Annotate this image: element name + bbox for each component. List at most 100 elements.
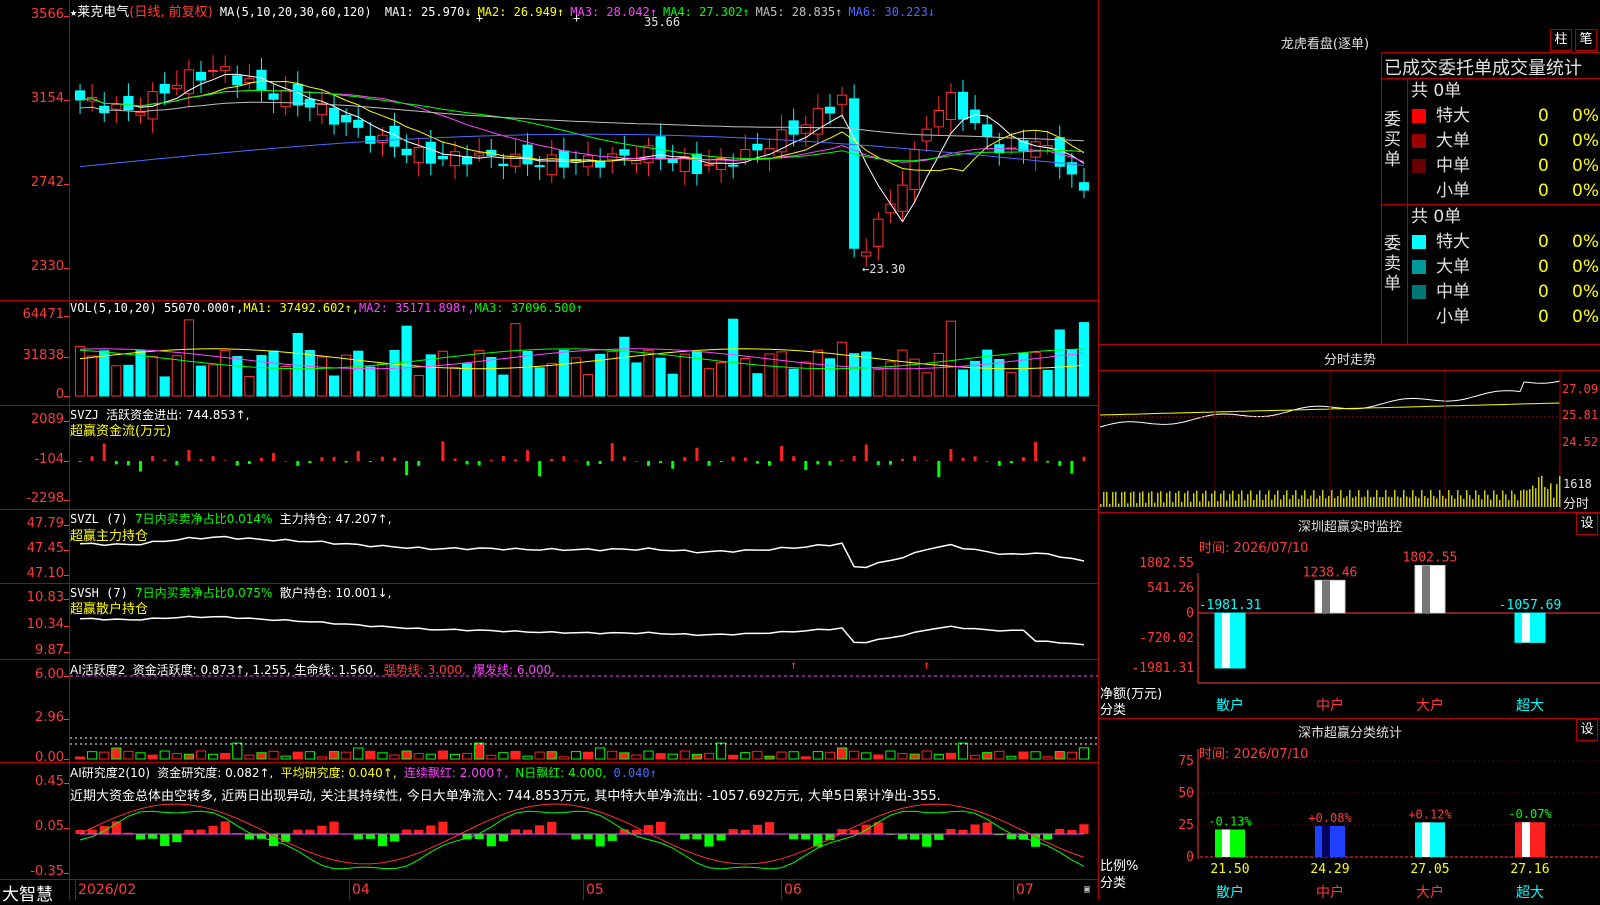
intraday-vol-bar	[1502, 490, 1504, 507]
svzj-bar	[1034, 442, 1037, 461]
volume-bar	[136, 351, 145, 396]
intraday-vol-bar	[1220, 494, 1222, 507]
ai-active-bar	[801, 757, 810, 759]
sz-monitor-category: 超大	[1516, 698, 1544, 714]
intraday-vol-bar	[1487, 495, 1489, 507]
ai-research-green-line	[80, 811, 1084, 869]
axis-label: 6.00	[0, 667, 64, 682]
intraday-chart[interactable]	[1100, 371, 1600, 511]
volume-bar	[559, 350, 568, 396]
ai-active-bar	[716, 743, 725, 759]
intraday-vol-bar	[1271, 500, 1273, 507]
axis-label: 10.83	[0, 590, 64, 605]
svzj-bar	[1082, 457, 1085, 461]
intraday-vol-bar	[1172, 502, 1174, 507]
svzj-bar	[441, 441, 444, 461]
ai-active-bar	[850, 751, 859, 759]
volume-bar	[716, 363, 725, 396]
intraday-vol-bar	[1400, 497, 1402, 507]
sz-class-category: 大户	[1416, 884, 1444, 901]
svzj-bar	[635, 461, 638, 462]
ai-active-bar	[233, 743, 242, 759]
sz-monitor-value-label: -1057.69	[1499, 598, 1562, 613]
intraday-vol-bar	[1352, 498, 1354, 507]
intraday-vol-bar	[1283, 495, 1285, 507]
ai-active-bar	[172, 753, 181, 759]
sz-class-category: 散户	[1216, 884, 1244, 901]
svzj-bar	[224, 460, 227, 461]
intraday-vol-bar	[1274, 495, 1276, 507]
volume-bar	[475, 350, 484, 396]
vol-ma-line-3	[80, 349, 1084, 369]
order-size-label: 小单	[1436, 305, 1470, 329]
intraday-title: 分时走势	[1100, 349, 1600, 368]
intraday-vol-bar	[1382, 497, 1384, 507]
volume-bar	[208, 365, 217, 396]
brand-logo[interactable]: 大智慧	[2, 880, 53, 905]
ai-active-bar	[571, 752, 580, 759]
intraday-vol-bar	[1127, 503, 1129, 507]
ai-research-bar	[511, 829, 520, 834]
intraday-vol-bar	[1334, 498, 1336, 507]
volume-bar	[1007, 372, 1016, 396]
intraday-vol-bar	[1208, 501, 1210, 507]
intraday-vol-bar	[1229, 494, 1231, 507]
intraday-vol-bar	[1187, 491, 1189, 507]
intraday-vol-bar	[1280, 499, 1282, 507]
intraday-vol-bar	[1484, 490, 1486, 507]
sz-class-category: 中户	[1316, 884, 1344, 901]
order-percent: 0%	[1572, 154, 1599, 178]
ai-research-bar	[583, 834, 592, 839]
up-arrow-icon: ↑	[923, 658, 930, 672]
ai-research-bar	[910, 834, 919, 840]
order-count: 0	[1538, 179, 1549, 203]
volume-bar	[88, 356, 97, 396]
order-size-label: 特大	[1436, 104, 1470, 128]
ai-research-bar	[608, 834, 617, 841]
intraday-vol-bar	[1262, 500, 1264, 507]
ai-research-bar	[571, 834, 580, 839]
svzj-bar	[187, 450, 190, 461]
intraday-vol-bar	[1526, 490, 1528, 507]
svzj-bar	[405, 461, 408, 475]
ai-active-bar	[136, 753, 145, 759]
volume-bar	[958, 370, 967, 396]
lock-icon[interactable]: ▣	[1084, 884, 1090, 895]
axis-label: 10.34	[0, 617, 64, 632]
ai-active-bar	[644, 751, 653, 759]
sz-class-chart[interactable]: 7550250-0.13%21.50散户+0.08%24.29中户+0.12%2…	[1100, 719, 1600, 900]
intraday-vol-label: 分时	[1563, 493, 1589, 512]
sz-class-x-unit: 分类	[1100, 872, 1126, 891]
ai-research-bar	[1067, 830, 1076, 834]
ai-research-bar	[922, 834, 931, 847]
volume-bar	[281, 367, 290, 396]
intraday-vol-bar	[1313, 490, 1315, 507]
ai-research-bar	[535, 825, 544, 834]
tick-view-button[interactable]: 笔	[1575, 29, 1597, 51]
order-percent: 0%	[1572, 280, 1599, 304]
intraday-vol-bar	[1418, 498, 1420, 507]
svzl-value: 主力持仓: 47.207↑,	[280, 512, 392, 526]
intraday-vol-bar	[1430, 490, 1432, 507]
svzj-bar	[587, 461, 590, 466]
volume-bar	[269, 351, 278, 396]
sell-side-label: 委卖单	[1384, 234, 1404, 294]
svzj-bar	[175, 461, 178, 465]
ai-research-bar	[245, 834, 254, 839]
color-swatch	[1412, 159, 1426, 173]
ai-active-bars	[75, 743, 1088, 759]
date-divider	[1013, 880, 1014, 900]
bar-view-button[interactable]: 柱	[1550, 29, 1572, 51]
svzj-bar	[695, 448, 698, 461]
volume-bar	[620, 337, 629, 396]
intraday-vol-bar	[1136, 503, 1138, 507]
order-count: 0	[1538, 280, 1549, 304]
intraday-vol-bar	[1532, 486, 1534, 507]
intraday-vol-bar	[1205, 491, 1207, 507]
ai-active-bar	[910, 754, 919, 759]
volume-bar	[995, 359, 1004, 396]
sz-monitor-chart[interactable]: 1802.55541.260-720.02-1981.31-1981.31散户1…	[1100, 513, 1600, 718]
svzj-bar	[804, 461, 807, 470]
ai-research-bar	[644, 825, 653, 834]
ai-active-values: 资金活跃度: 0.873↑, 1.255, 生命线: 1.560,	[133, 663, 377, 677]
